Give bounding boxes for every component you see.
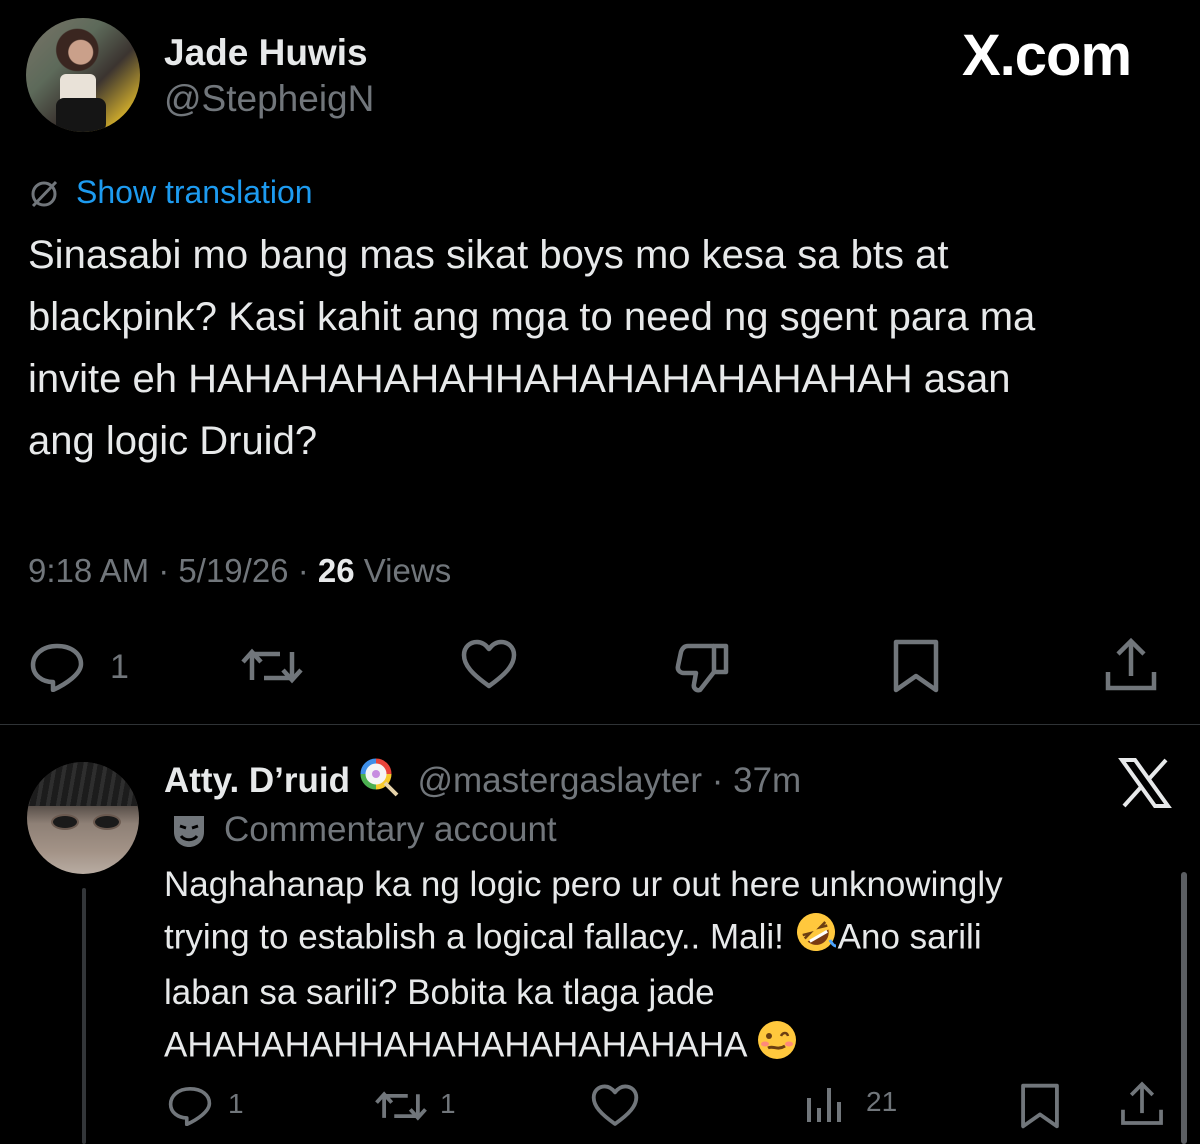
reply-text-line: Naghahanap ka ng logic pero ur out here …: [164, 865, 1003, 904]
show-translation-link[interactable]: Show translation: [76, 174, 313, 211]
author-name[interactable]: Jade Huwis: [164, 32, 368, 74]
views-label: Views: [363, 552, 452, 589]
views-count: 26: [317, 552, 355, 589]
tweet-text-line: Sinasabi mo bang mas sikat boys mo kesa …: [28, 233, 949, 277]
reply-author-avatar[interactable]: [27, 762, 139, 874]
reply-icon[interactable]: [28, 640, 86, 692]
reply-bookmark-icon[interactable]: [1018, 1082, 1062, 1130]
reply-count: 1: [110, 648, 129, 686]
rofl-emoji-icon: [794, 910, 838, 968]
like-icon[interactable]: [460, 638, 518, 692]
lollipop-emoji-icon: [360, 758, 400, 807]
share-icon[interactable]: [1102, 636, 1160, 694]
tweet-text-line: invite eh HAHAHAHAHAHHAHAHAHAHAHAHAH asa…: [28, 357, 1011, 401]
author-handle[interactable]: @StepheigN: [164, 78, 374, 120]
tweet-text-line: ang logic Druid?: [28, 419, 318, 463]
reply-retweet-icon[interactable]: [374, 1084, 428, 1128]
reply-share-icon[interactable]: [1118, 1080, 1166, 1128]
reply-like-icon[interactable]: [590, 1083, 640, 1129]
reply-text: Naghahanap ka ng logic pero ur out here …: [164, 860, 1164, 1076]
x-logo-icon[interactable]: [1118, 756, 1172, 810]
reply-views-count: 21: [866, 1086, 898, 1117]
tweet-time[interactable]: 9:18 AM: [28, 552, 149, 589]
dislike-icon[interactable]: [674, 640, 732, 694]
reply-reply-icon[interactable]: [166, 1084, 214, 1126]
reply-text-line: AHAHAHAHHAHAHAHAHAHAHAHA: [164, 1025, 746, 1065]
divider: [0, 724, 1200, 725]
tweet-date[interactable]: 5/19/26: [178, 552, 288, 589]
retweet-icon[interactable]: [240, 640, 304, 692]
woozy-face-emoji-icon: [755, 1018, 799, 1076]
reply-text-line: trying to establish a logical fallacy.. …: [164, 917, 784, 957]
reply-reply-count: 1: [228, 1088, 244, 1119]
reply-header: Atty. D’ruid @mastergaslayter · 37m: [164, 758, 801, 807]
reply-age[interactable]: 37m: [733, 761, 801, 800]
tweet-text: Sinasabi mo bang mas sikat boys mo kesa …: [28, 224, 1035, 472]
watermark: X.com: [962, 23, 1132, 88]
reply-text-line: laban sa sarili? Bobita ka tlaga jade: [164, 973, 715, 1012]
theater-masks-icon: [170, 812, 208, 850]
scrollbar[interactable]: [1181, 872, 1187, 1144]
reply-author-name[interactable]: Atty. D’ruid: [164, 761, 350, 800]
views-icon[interactable]: [804, 1084, 848, 1126]
reply-author-handle[interactable]: @mastergaslayter: [417, 761, 702, 800]
thread-line: [82, 888, 86, 1144]
tweet-meta: 9:18 AM · 5/19/26 · 26 Views: [28, 552, 452, 589]
reply-retweet-count: 1: [440, 1088, 456, 1119]
author-avatar[interactable]: [26, 18, 140, 132]
translate-icon: [28, 178, 60, 210]
bookmark-icon[interactable]: [890, 638, 942, 694]
commentary-label: Commentary account: [224, 810, 557, 849]
reply-text-line: Ano sarili: [837, 917, 982, 957]
tweet-text-line: blackpink? Kasi kahit ang mga to need ng…: [28, 295, 1036, 339]
